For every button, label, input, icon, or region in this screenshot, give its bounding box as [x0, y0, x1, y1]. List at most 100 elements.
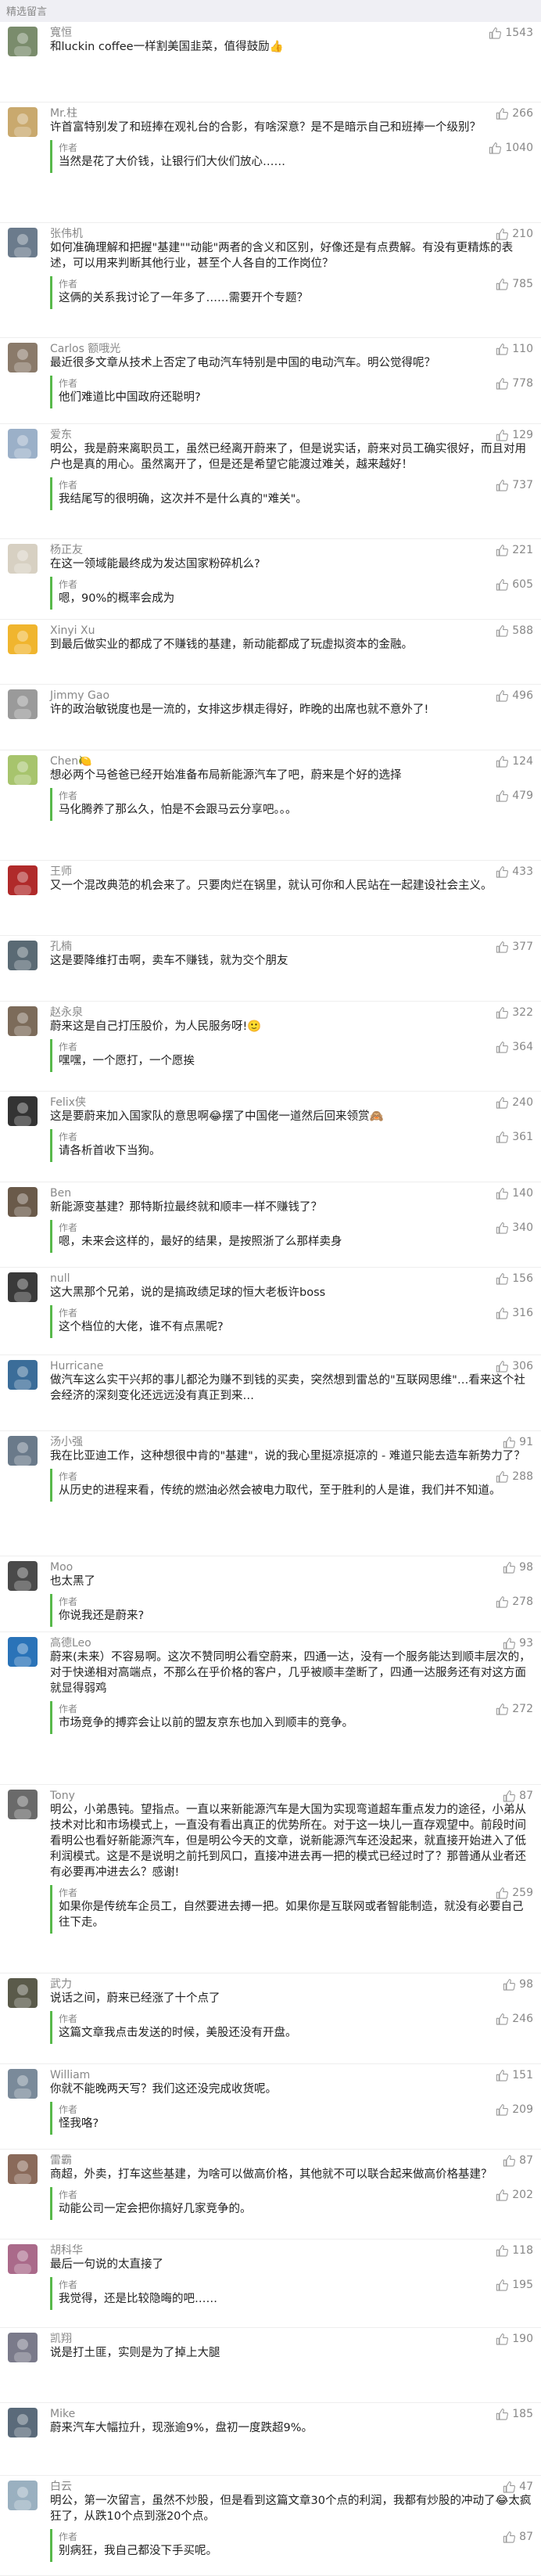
- reply-like-button[interactable]: 778: [496, 377, 533, 390]
- avatar[interactable]: [8, 1978, 38, 2009]
- username[interactable]: Chen🍋: [50, 755, 92, 768]
- like-button[interactable]: 306: [496, 1360, 533, 1373]
- username[interactable]: 张伟机: [50, 228, 83, 240]
- avatar[interactable]: [8, 2480, 38, 2510]
- reply-like-button[interactable]: 87: [503, 2531, 533, 2543]
- like-button[interactable]: 156: [496, 1272, 533, 1285]
- avatar[interactable]: [8, 2332, 38, 2362]
- avatar[interactable]: [8, 27, 38, 56]
- username[interactable]: Carlos 额哦光: [50, 343, 120, 355]
- reply-like-button[interactable]: 364: [496, 1041, 533, 1053]
- avatar[interactable]: [8, 106, 38, 137]
- like-button[interactable]: 322: [496, 1006, 533, 1019]
- username[interactable]: 爱东: [50, 429, 72, 441]
- avatar[interactable]: [8, 1435, 38, 1466]
- username[interactable]: 寬恒: [50, 27, 72, 39]
- reply-like-button[interactable]: 785: [496, 278, 533, 290]
- like-button[interactable]: 433: [496, 865, 533, 878]
- avatar[interactable]: [8, 1636, 38, 1667]
- reply-like-button[interactable]: 209: [496, 2103, 533, 2116]
- reply-like-button[interactable]: 316: [496, 1307, 533, 1319]
- avatar[interactable]: [8, 865, 38, 896]
- avatar[interactable]: [8, 941, 38, 971]
- username[interactable]: 白云: [50, 2481, 72, 2493]
- reply-like-button[interactable]: 340: [496, 1221, 533, 1234]
- avatar[interactable]: [8, 227, 38, 257]
- avatar[interactable]: [8, 2153, 38, 2184]
- username[interactable]: Ben: [50, 1187, 71, 1200]
- reply-like-button[interactable]: 195: [496, 2279, 533, 2291]
- username[interactable]: Felix侠: [50, 1096, 86, 1109]
- reply-like-button[interactable]: 288: [496, 1470, 533, 1483]
- reply-like-button[interactable]: 361: [496, 1131, 533, 1143]
- like-button[interactable]: 266: [496, 107, 533, 120]
- like-button[interactable]: 93: [503, 1637, 533, 1650]
- like-button[interactable]: 221: [496, 544, 533, 556]
- avatar[interactable]: [8, 1096, 38, 1127]
- reply-like-button[interactable]: 479: [496, 790, 533, 802]
- like-button[interactable]: 185: [496, 2408, 533, 2420]
- like-button[interactable]: 129: [496, 429, 533, 441]
- username[interactable]: 杨正友: [50, 544, 83, 556]
- avatar[interactable]: [8, 1360, 38, 1391]
- reply-like-button[interactable]: 272: [496, 1703, 533, 1715]
- username[interactable]: Mike: [50, 2408, 75, 2420]
- like-button[interactable]: 47: [503, 2481, 533, 2493]
- username[interactable]: 王师: [50, 865, 72, 878]
- reply-like-button[interactable]: 246: [496, 2013, 533, 2025]
- like-button[interactable]: 151: [496, 2069, 533, 2081]
- username[interactable]: William: [50, 2069, 90, 2081]
- reply-like-button[interactable]: 737: [496, 479, 533, 491]
- username[interactable]: 赵永泉: [50, 1006, 83, 1019]
- avatar[interactable]: [8, 624, 38, 654]
- username[interactable]: 武力: [50, 1978, 72, 1991]
- username[interactable]: Hurricane: [50, 1360, 103, 1373]
- like-button[interactable]: 91: [503, 1436, 533, 1448]
- reply-like-button[interactable]: 1040: [489, 142, 533, 154]
- username[interactable]: 孔楠: [50, 941, 72, 953]
- username[interactable]: Xinyi Xu: [50, 624, 95, 637]
- username[interactable]: Tony: [50, 1790, 75, 1802]
- username[interactable]: Mr.柱: [50, 107, 77, 120]
- like-button[interactable]: 210: [496, 228, 533, 240]
- like-button[interactable]: 1543: [489, 27, 533, 39]
- like-button[interactable]: 377: [496, 941, 533, 953]
- reply-like-button[interactable]: 278: [496, 1596, 533, 1608]
- avatar[interactable]: [8, 754, 38, 785]
- avatar[interactable]: [8, 2068, 38, 2099]
- avatar[interactable]: [8, 1561, 38, 1592]
- avatar[interactable]: [8, 1006, 38, 1036]
- avatar[interactable]: [8, 544, 38, 574]
- like-button[interactable]: 190: [496, 2333, 533, 2345]
- like-button[interactable]: 110: [496, 343, 533, 355]
- username[interactable]: Jimmy Gao: [50, 689, 109, 702]
- avatar[interactable]: [8, 1272, 38, 1303]
- username[interactable]: 胡科华: [50, 2244, 83, 2257]
- username[interactable]: 高德Leo: [50, 1637, 91, 1650]
- reply-like-button[interactable]: 605: [496, 578, 533, 591]
- username[interactable]: 汤小强: [50, 1436, 83, 1448]
- like-button[interactable]: 87: [503, 1790, 533, 1802]
- like-button[interactable]: 240: [496, 1096, 533, 1109]
- reply-like-button[interactable]: 202: [496, 2189, 533, 2201]
- like-button[interactable]: 140: [496, 1187, 533, 1200]
- like-button[interactable]: 98: [503, 1561, 533, 1574]
- like-button[interactable]: 98: [503, 1978, 533, 1991]
- reply-like-button[interactable]: 259: [496, 1887, 533, 1899]
- like-button[interactable]: 588: [496, 624, 533, 637]
- like-button[interactable]: 118: [496, 2244, 533, 2257]
- avatar[interactable]: [8, 2244, 38, 2275]
- username[interactable]: 雷霸: [50, 2154, 72, 2167]
- avatar[interactable]: [8, 689, 38, 720]
- avatar[interactable]: [8, 343, 38, 373]
- username[interactable]: null: [50, 1272, 70, 1285]
- avatar[interactable]: [8, 1790, 38, 1820]
- like-button[interactable]: 496: [496, 689, 533, 702]
- avatar[interactable]: [8, 1186, 38, 1217]
- avatar[interactable]: [8, 428, 38, 459]
- avatar[interactable]: [8, 2407, 38, 2437]
- like-button[interactable]: 124: [496, 755, 533, 768]
- like-button[interactable]: 87: [503, 2154, 533, 2167]
- username[interactable]: Moo: [50, 1561, 73, 1574]
- username[interactable]: 凯翔: [50, 2333, 72, 2345]
